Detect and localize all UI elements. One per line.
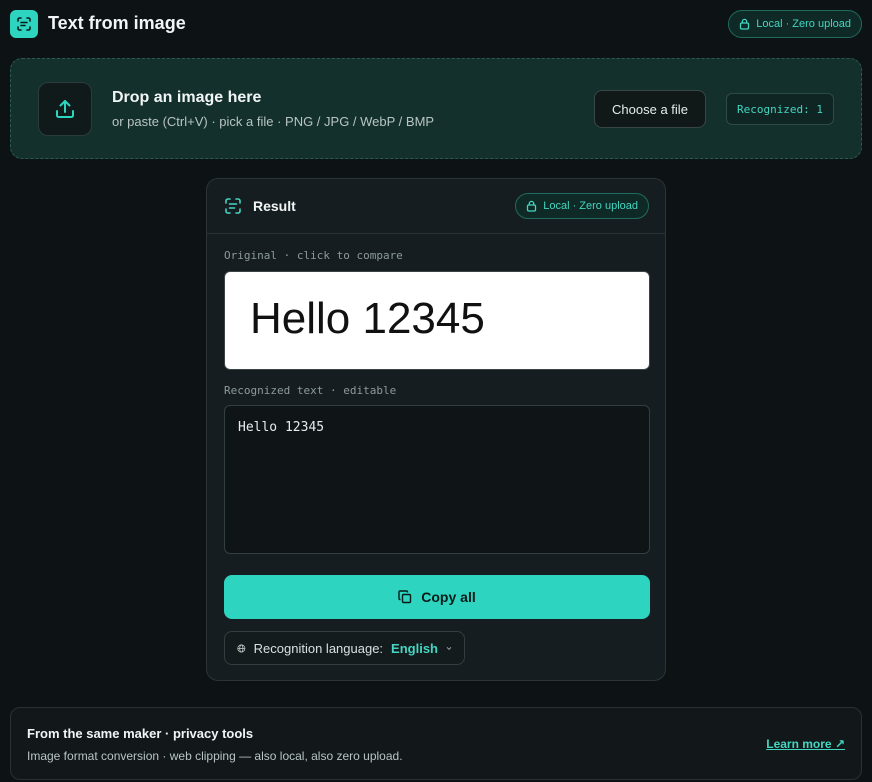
app-header: Text from image Local · Zero upload <box>10 10 862 38</box>
lock-icon <box>527 200 537 212</box>
scan-text-icon <box>225 198 241 214</box>
globe-icon <box>237 644 246 652</box>
learn-more-link[interactable]: Learn more ↗ <box>766 737 845 751</box>
original-image-preview[interactable]: Hello 12345 <box>224 271 650 370</box>
recognized-label: Recognized text · editable <box>224 384 397 397</box>
promo-title: From the same maker · privacy tools <box>27 726 254 741</box>
privacy-badge: Local · Zero upload <box>728 10 862 38</box>
privacy-badge-label: Local · Zero upload <box>756 18 851 30</box>
app-title: Text from image <box>48 13 186 33</box>
promo-footer: From the same maker · privacy tools Imag… <box>10 707 862 780</box>
language-select[interactable]: Recognition language: English <box>224 631 465 665</box>
result-title: Result <box>253 198 296 214</box>
original-label: Original · click to compare <box>224 249 403 262</box>
language-label: Recognition language: <box>253 640 384 656</box>
dropzone-subtitle: or paste (Ctrl+V) · pick a file · PNG / … <box>112 114 435 129</box>
copy-all-button[interactable]: Copy all <box>224 575 650 619</box>
recognized-count-badge: Recognized: 1 <box>726 93 834 125</box>
upload-icon <box>38 82 92 136</box>
chevron-down-icon <box>446 646 452 650</box>
language-value: English <box>391 640 438 656</box>
copy-icon <box>398 590 412 604</box>
privacy-badge-label: Local · Zero upload <box>543 200 638 212</box>
lock-icon <box>740 18 750 30</box>
scan-text-icon <box>10 10 38 38</box>
copy-all-label: Copy all <box>421 589 476 605</box>
dropzone-title: Drop an image here <box>112 89 262 106</box>
result-card-header: Result Local · Zero upload <box>207 179 665 234</box>
choose-file-button[interactable]: Choose a file <box>594 90 706 128</box>
image-dropzone[interactable]: Drop an image here or paste (Ctrl+V) · p… <box>10 58 862 159</box>
original-image-text: Hello 12345 <box>250 294 485 343</box>
privacy-badge: Local · Zero upload <box>515 193 649 219</box>
recognized-text-field[interactable]: Hello 12345 <box>224 405 650 554</box>
result-card: Result Local · Zero upload Original · cl… <box>206 178 666 681</box>
promo-subtitle: Image format conversion · web clipping —… <box>27 749 403 763</box>
